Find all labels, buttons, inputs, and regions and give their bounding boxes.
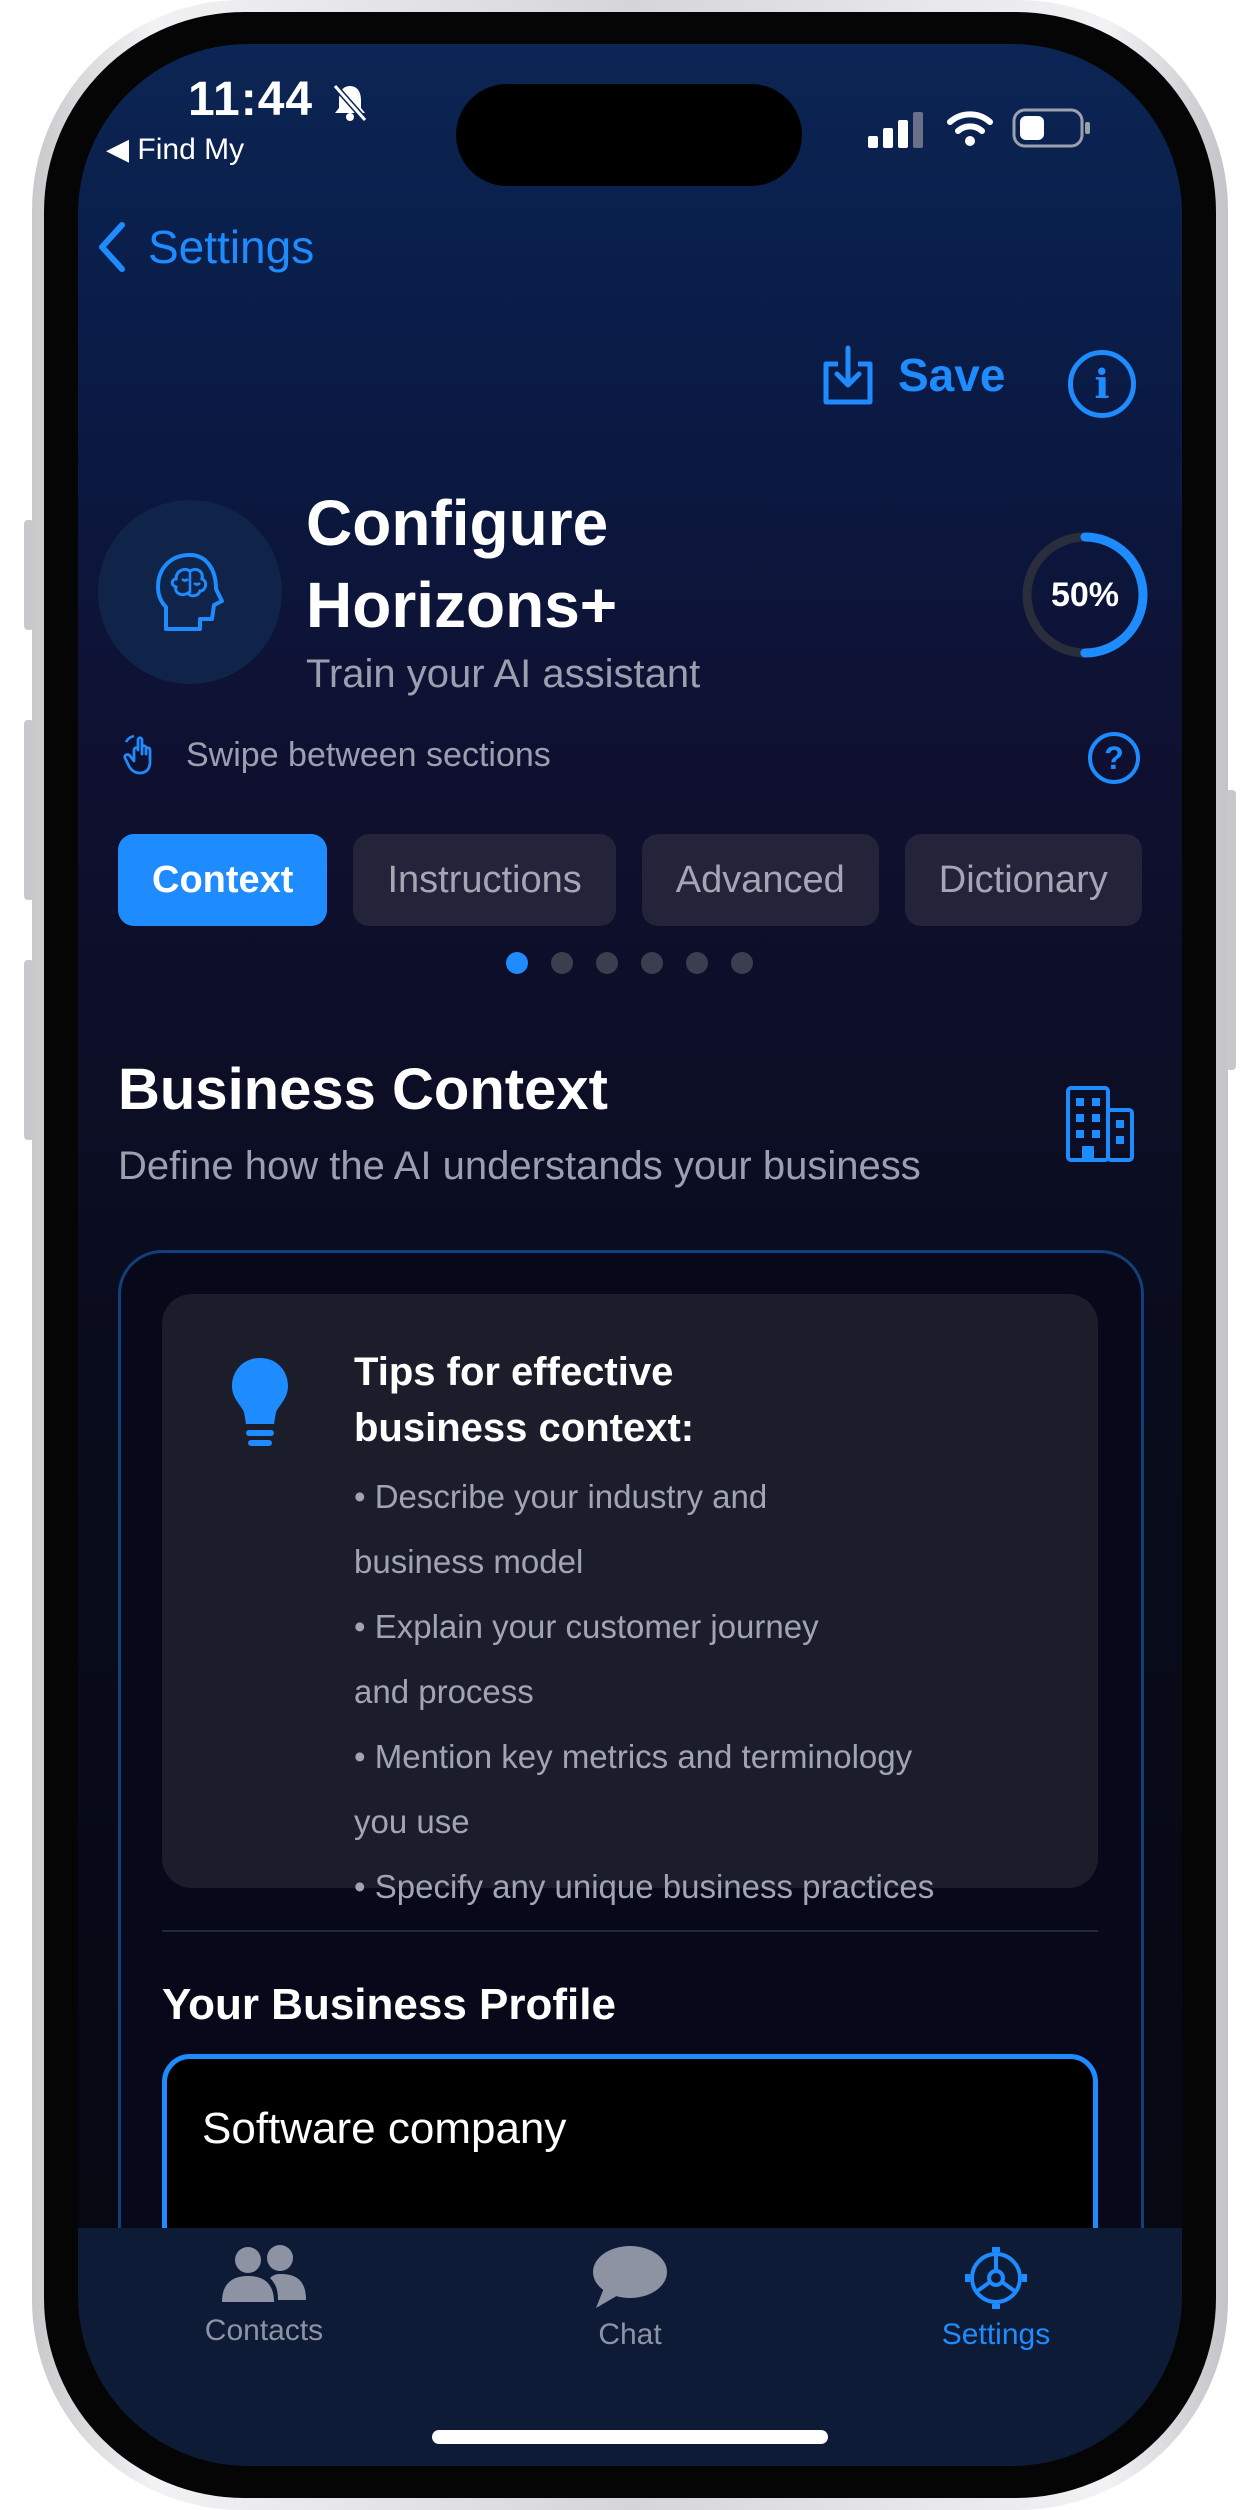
cellular-signal-icon bbox=[868, 112, 923, 148]
page-title: Configure Horizons+ bbox=[306, 482, 617, 646]
page-dot[interactable] bbox=[686, 952, 708, 974]
tip-line: • Mention key metrics and terminology bbox=[354, 1738, 913, 1775]
page-dot[interactable] bbox=[731, 952, 753, 974]
home-indicator[interactable] bbox=[432, 2430, 828, 2444]
tip-item: • Describe your industry and business mo… bbox=[354, 1474, 934, 1584]
tabbar-contacts-label: Contacts bbox=[204, 2314, 324, 2347]
page-dot[interactable] bbox=[641, 952, 663, 974]
tips-list: • Describe your industry and business mo… bbox=[354, 1474, 934, 1929]
tip-line: • Explain your customer journey bbox=[354, 1608, 819, 1645]
dynamic-island bbox=[456, 84, 802, 186]
page-title-line1: Configure bbox=[306, 487, 609, 559]
section-title: Business Context bbox=[118, 1057, 608, 1122]
tip-line: • Specify any unique business practices bbox=[354, 1868, 935, 1905]
volume-down-button bbox=[24, 960, 34, 1140]
action-button bbox=[24, 520, 34, 630]
tip-item: • Mention key metrics and terminology yo… bbox=[354, 1734, 934, 1844]
save-button[interactable]: Save bbox=[820, 344, 1005, 406]
back-to-app-link[interactable]: ◀ Find My bbox=[106, 132, 244, 167]
contacts-icon bbox=[222, 2245, 306, 2302]
section-subtitle: Define how the AI understands your busin… bbox=[118, 1144, 921, 1188]
gear-icon bbox=[965, 2247, 1027, 2309]
page-title-line2: Horizons+ bbox=[306, 569, 618, 641]
tip-item: • Explain your customer journey and proc… bbox=[354, 1604, 934, 1714]
tip-line: you use bbox=[354, 1803, 470, 1840]
tip-line: business model bbox=[354, 1543, 584, 1580]
profile-title: Your Business Profile bbox=[162, 1980, 616, 2029]
back-button-label: Settings bbox=[148, 221, 315, 273]
tabbar-chat[interactable]: Chat bbox=[520, 2244, 740, 2352]
tab-context[interactable]: Context bbox=[118, 834, 328, 926]
tips-title-line1: Tips for effective bbox=[354, 1350, 674, 1394]
question-icon: ? bbox=[1104, 739, 1124, 776]
battery-icon bbox=[1012, 108, 1090, 148]
app-screen: 11:44 ◀ Find My Settings Save i Configur… bbox=[78, 44, 1182, 2466]
assistant-avatar bbox=[98, 500, 282, 684]
tabbar-contacts[interactable]: Contacts bbox=[154, 2244, 374, 2348]
wifi-icon bbox=[947, 111, 993, 146]
page-dot[interactable] bbox=[506, 952, 528, 974]
progress-label: 50% bbox=[1050, 575, 1120, 614]
tab-advanced[interactable]: Advanced bbox=[641, 834, 879, 926]
swipe-hint: Swipe between sections bbox=[120, 734, 551, 776]
tabbar-settings[interactable]: Settings bbox=[886, 2244, 1106, 2352]
business-profile-value[interactable]: Software company bbox=[202, 2104, 566, 2154]
silent-bell-icon bbox=[333, 84, 368, 123]
chevron-left-icon bbox=[99, 222, 125, 272]
info-icon: i bbox=[1094, 360, 1110, 408]
divider bbox=[162, 1930, 1098, 1932]
tips-title-line2: business context: bbox=[354, 1406, 695, 1450]
tip-item: • Specify any unique business practices bbox=[354, 1864, 934, 1909]
info-button[interactable]: i bbox=[1068, 350, 1136, 418]
tabbar-settings-label: Settings bbox=[941, 2318, 1051, 2351]
status-time: 11:44 bbox=[188, 72, 369, 127]
power-button bbox=[1226, 790, 1236, 1070]
page-dot[interactable] bbox=[551, 952, 573, 974]
status-time-text: 11:44 bbox=[188, 73, 314, 126]
tip-line: and process bbox=[354, 1673, 534, 1710]
download-save-icon bbox=[823, 345, 873, 405]
tip-line: • Describe your industry and bbox=[354, 1478, 768, 1515]
building-icon bbox=[1066, 1086, 1134, 1162]
tips-title: Tips for effective business context: bbox=[354, 1344, 694, 1456]
save-button-label: Save bbox=[898, 349, 1006, 401]
tab-instructions[interactable]: Instructions bbox=[353, 834, 616, 926]
swipe-hint-text: Swipe between sections bbox=[186, 735, 551, 774]
tab-dictionary[interactable]: Dictionary bbox=[904, 834, 1142, 926]
page-subtitle: Train your AI assistant bbox=[306, 652, 701, 696]
brain-head-icon bbox=[156, 553, 224, 631]
page-dot[interactable] bbox=[596, 952, 618, 974]
hand-swipe-icon bbox=[123, 734, 152, 775]
help-button[interactable]: ? bbox=[1088, 732, 1140, 784]
volume-up-button bbox=[24, 720, 34, 900]
chat-bubble-icon bbox=[593, 2246, 667, 2308]
tabbar-chat-label: Chat bbox=[598, 2318, 662, 2351]
page-indicator bbox=[506, 952, 753, 974]
back-button[interactable]: Settings bbox=[96, 220, 314, 274]
section-tabs: Context Instructions Advanced Dictionary bbox=[118, 834, 1142, 926]
lightbulb-icon bbox=[232, 1358, 288, 1446]
